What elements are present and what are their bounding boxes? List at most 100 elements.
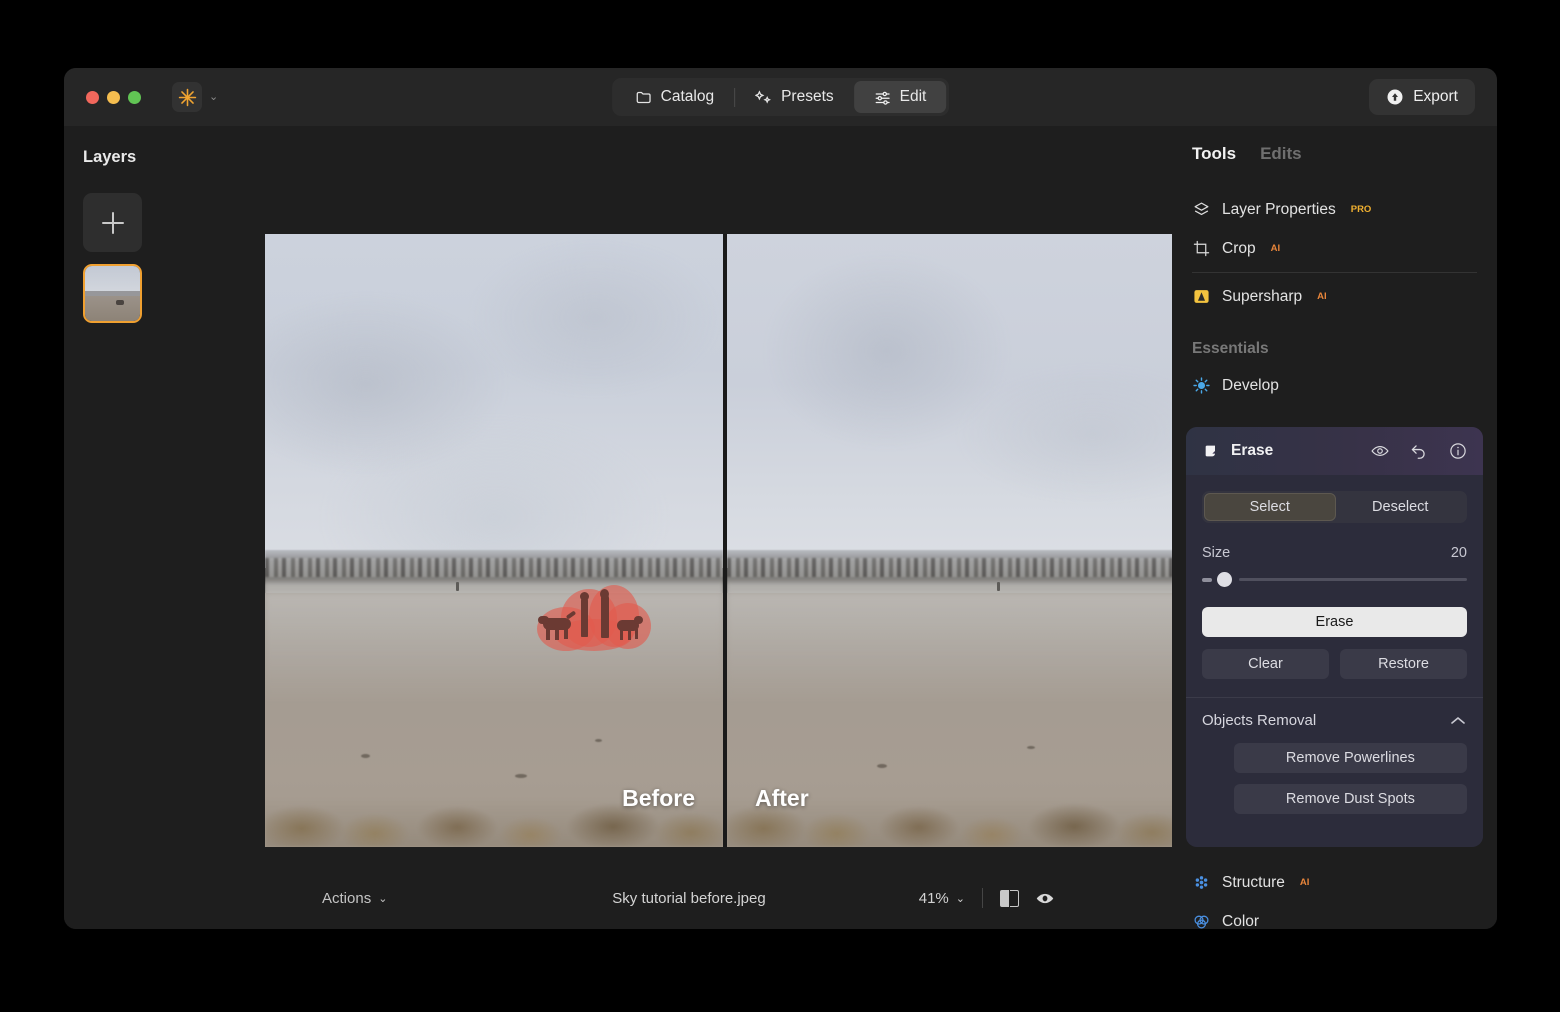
- nav-label-catalog: Catalog: [660, 88, 715, 105]
- sky-before: [265, 234, 723, 569]
- app-star-logo-icon[interactable]: [172, 82, 202, 112]
- chevron-up-icon[interactable]: [1449, 716, 1467, 725]
- ai-badge: AI: [1317, 291, 1327, 302]
- app-logo-group[interactable]: ⌄: [172, 82, 218, 112]
- size-row: Size 20: [1202, 545, 1467, 561]
- tool-layer-properties[interactable]: Layer Properties PRO: [1172, 190, 1497, 229]
- nav-tab-edit[interactable]: Edit: [853, 81, 947, 113]
- sliders-icon: [874, 89, 892, 106]
- essentials-heading: Essentials: [1192, 340, 1269, 357]
- tab-tools[interactable]: Tools: [1192, 144, 1236, 164]
- develop-sun-icon: [1192, 377, 1210, 394]
- logo-chevron-down-icon[interactable]: ⌄: [209, 91, 218, 103]
- layers-stack-icon: [1192, 201, 1210, 218]
- erase-button[interactable]: Erase: [1202, 607, 1467, 637]
- nav-tab-catalog[interactable]: Catalog: [615, 81, 734, 113]
- after-label: After: [755, 785, 809, 811]
- window-body: Layers Before After Actions ⌄ Sky tutori…: [64, 126, 1497, 929]
- masked-person: [580, 592, 589, 601]
- sand-debris: [877, 764, 887, 768]
- masked-dog: [538, 616, 549, 624]
- view-controls: 41% ⌄: [919, 888, 1054, 908]
- tool-color[interactable]: Color: [1172, 902, 1497, 929]
- deselect-segment[interactable]: Deselect: [1336, 493, 1466, 521]
- tool-structure[interactable]: Structure AI: [1172, 863, 1497, 902]
- nav-tab-presets[interactable]: Presets: [735, 81, 854, 113]
- actions-menu[interactable]: Actions ⌄: [322, 890, 387, 907]
- erase-card-body: Select Deselect Size 20 Erase Clear Rest…: [1186, 475, 1483, 697]
- main-nav: Catalog Presets Edit: [611, 78, 950, 116]
- split-view-icon[interactable]: [1000, 889, 1019, 907]
- chevron-down-icon: ⌄: [955, 892, 965, 905]
- restore-button[interactable]: Restore: [1340, 649, 1467, 679]
- erase-selection-mask[interactable]: [533, 585, 651, 651]
- masked-dog: [620, 629, 623, 640]
- objects-removal-section: Objects Removal Remove Powerlines Remove…: [1186, 697, 1483, 847]
- eye-icon[interactable]: [1371, 444, 1389, 458]
- zoom-level-control[interactable]: 41% ⌄: [919, 890, 965, 907]
- export-upload-icon: [1386, 88, 1404, 106]
- before-pane: Before: [265, 234, 723, 847]
- info-icon[interactable]: [1449, 442, 1467, 460]
- slider-knob[interactable]: [1217, 572, 1232, 587]
- filename-label: Sky tutorial before.jpeg: [612, 889, 766, 907]
- sky-after: [727, 234, 1184, 569]
- remove-dust-spots-button[interactable]: Remove Dust Spots: [1233, 784, 1467, 814]
- nav-label-edit: Edit: [899, 88, 927, 105]
- structure-flower-icon: [1192, 874, 1210, 891]
- chevron-down-icon: ⌄: [378, 892, 388, 905]
- thumbnail-sky: [85, 266, 140, 293]
- add-layer-button[interactable]: [83, 193, 142, 252]
- before-label: Before: [622, 785, 695, 811]
- size-label: Size: [1202, 545, 1231, 561]
- photo-compare-frame[interactable]: Before After: [265, 234, 1184, 847]
- sand-debris: [1027, 746, 1035, 749]
- thumbnail-sand: [85, 295, 140, 321]
- tool-label: Supersharp: [1222, 287, 1303, 305]
- panel-divider: [1192, 272, 1477, 273]
- titlebar: ⌄ Catalog Presets Edit Export: [64, 68, 1497, 126]
- maximize-button[interactable]: [128, 90, 141, 104]
- masked-person: [581, 597, 588, 637]
- color-circles-icon: [1192, 913, 1210, 929]
- tool-label: Layer Properties: [1222, 200, 1336, 218]
- erase-header-actions: [1371, 442, 1467, 460]
- tool-supersharp[interactable]: Supersharp AI: [1172, 277, 1497, 316]
- layers-title: Layers: [83, 148, 137, 166]
- remove-powerlines-button[interactable]: Remove Powerlines: [1233, 743, 1467, 773]
- ai-badge: AI: [1299, 877, 1310, 888]
- clear-button[interactable]: Clear: [1202, 649, 1329, 679]
- objects-removal-header[interactable]: Objects Removal: [1202, 712, 1467, 729]
- slider-track[interactable]: [1239, 577, 1467, 582]
- masked-dog: [628, 629, 631, 640]
- undo-icon[interactable]: [1410, 443, 1428, 459]
- minimize-button[interactable]: [107, 90, 120, 104]
- masked-dog: [564, 628, 568, 639]
- plus-icon: [101, 211, 124, 234]
- ai-badge: AI: [1270, 243, 1281, 254]
- size-slider[interactable]: [1202, 572, 1467, 587]
- select-segment[interactable]: Select: [1204, 493, 1336, 521]
- objects-removal-title: Objects Removal: [1202, 712, 1317, 729]
- layer-thumbnail[interactable]: [83, 264, 142, 323]
- select-mode-segmented-control: Select Deselect: [1202, 491, 1467, 523]
- export-button[interactable]: Export: [1369, 79, 1475, 115]
- masked-dog: [634, 616, 643, 624]
- toolbar-divider: [982, 888, 983, 908]
- tool-develop[interactable]: Develop: [1172, 366, 1497, 405]
- after-pane: After: [727, 234, 1184, 847]
- masked-dog: [635, 629, 638, 639]
- pro-badge: PRO: [1350, 204, 1372, 215]
- erase-card-header: Erase: [1186, 427, 1483, 475]
- masked-person: [600, 589, 609, 599]
- export-label: Export: [1413, 88, 1458, 105]
- zoom-level-label: 41%: [918, 889, 949, 907]
- tool-label: Crop: [1222, 239, 1256, 257]
- erase-secondary-actions: Clear Restore: [1202, 649, 1467, 679]
- tab-edits[interactable]: Edits: [1260, 144, 1302, 164]
- tool-crop[interactable]: Crop AI: [1172, 229, 1497, 268]
- bottom-toolbar: Actions ⌄ Sky tutorial before.jpeg 41% ⌄: [206, 867, 1172, 929]
- crop-icon: [1192, 240, 1210, 257]
- close-button[interactable]: [86, 90, 99, 104]
- eye-icon[interactable]: [1036, 891, 1054, 906]
